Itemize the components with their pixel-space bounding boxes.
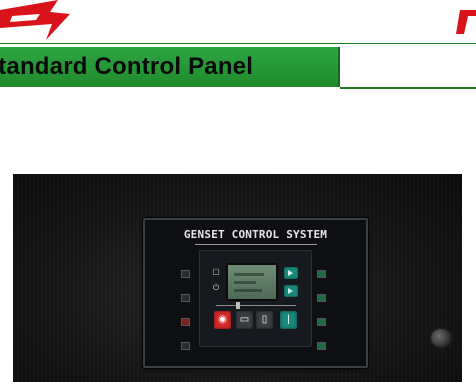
indicator-led [317,294,326,302]
power-icon[interactable]: ⏻ [210,283,222,293]
section-title-bar: Standard Control Panel [0,47,340,87]
indicator-led [317,342,326,350]
stop-button[interactable]: ◉ [214,311,231,329]
start-button[interactable]: | [280,311,297,329]
indicator-right-3 [317,316,357,328]
indicator-right-2 [317,292,357,304]
manual-button[interactable]: ▯ [256,311,273,329]
indicator-left-3 [155,316,193,328]
lcd-line [234,273,264,276]
confirm-button[interactable] [284,285,298,297]
lcd-display [226,263,278,301]
company-logo [0,0,70,40]
section-title: Standard Control Panel [0,53,254,80]
title-bar-underline [340,87,476,89]
indicator-led [181,318,190,326]
arrow-right-icon [288,288,293,294]
status-track [216,305,296,306]
lcd-line [234,289,262,292]
next-button[interactable] [284,267,298,279]
indicator-led [317,270,326,278]
status-marker [236,302,240,309]
indicator-led [181,270,190,278]
manual-icon: ▯ [261,314,268,325]
lcd-line [234,281,256,284]
controller-module: ▢ ⏻ ◉ ▭ ▯ | [199,250,312,347]
indicator-left-4 [155,340,193,352]
start-icon: | [287,314,290,325]
indicator-led [317,318,326,326]
indicator-led [181,342,190,350]
control-panel-photo: GENSET CONTROL SYSTEM ▢ ⏻ ◉ ▭ ▯ | [13,174,462,382]
indicator-left-2 [155,292,193,304]
page-icon[interactable]: ▢ [210,267,222,277]
logo-right-fragment [456,10,476,34]
arrow-right-icon [288,270,293,276]
auto-button[interactable]: ▭ [236,311,253,329]
indicator-left-1 [155,268,193,280]
genset-panel: GENSET CONTROL SYSTEM ▢ ⏻ ◉ ▭ ▯ | [143,218,368,368]
panel-title: GENSET CONTROL SYSTEM [183,228,328,241]
indicator-led [181,294,190,302]
indicator-right-4 [317,340,357,352]
panel-title-underline [195,244,317,245]
header-divider [0,43,476,44]
stop-icon: ◉ [218,314,227,325]
cabinet-lock-knob [431,329,451,347]
auto-icon: ▭ [239,314,250,325]
indicator-right-1 [317,268,357,280]
